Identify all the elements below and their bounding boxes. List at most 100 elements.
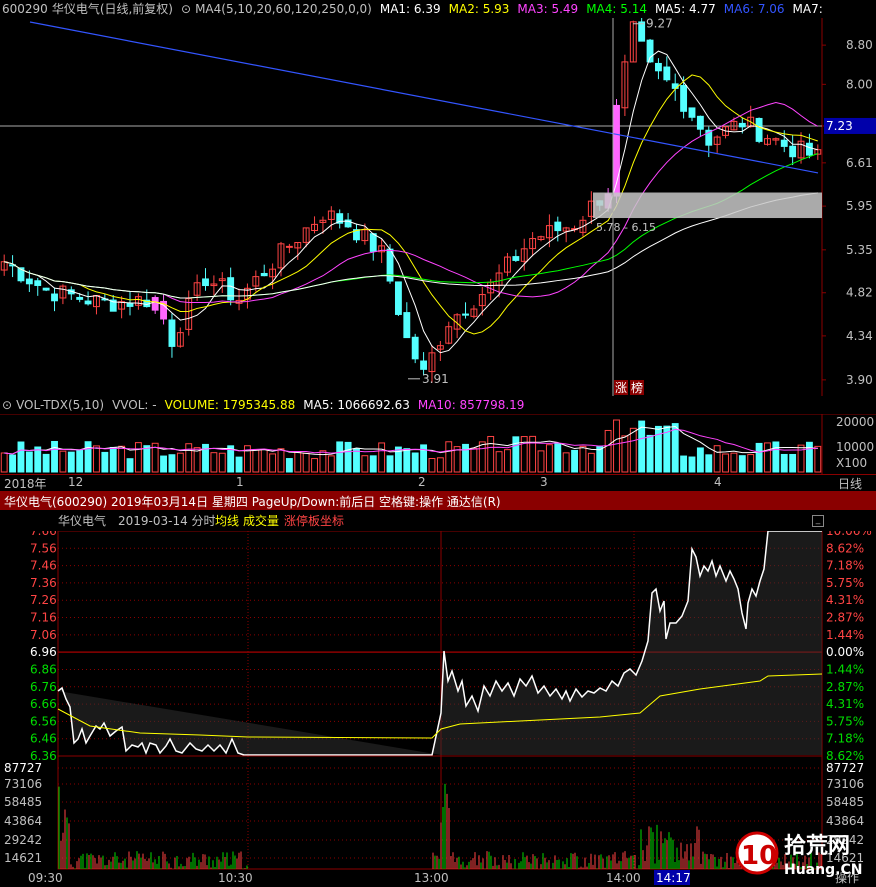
volume-bar xyxy=(613,419,620,473)
volume-bar xyxy=(168,454,176,473)
volume-bar xyxy=(353,448,360,473)
pct-tick: 1.44% xyxy=(826,628,864,642)
volume-bar xyxy=(512,436,520,473)
kline-y-label: 8.00 xyxy=(846,77,873,91)
vol-tick-right: 58485 xyxy=(826,795,864,809)
volume-chart[interactable]: 20000 10000 X100 xyxy=(0,414,876,474)
price-tick: 6.46 xyxy=(30,732,57,746)
timeline-label-dec: 12 xyxy=(68,475,84,489)
candle-body xyxy=(25,278,33,285)
volume-bar xyxy=(780,453,788,473)
price-tick: 7.16 xyxy=(30,611,57,625)
vol-tick-left: 14621 xyxy=(4,851,42,865)
minimize-button[interactable]: _ xyxy=(812,515,824,527)
kline-y-label: 3.90 xyxy=(846,373,873,387)
kline-y-label: 6.61 xyxy=(846,156,873,170)
vol-tick-left: 43864 xyxy=(4,814,42,828)
ma5-value: MA5: 4.77 xyxy=(654,2,716,16)
volume-bar xyxy=(210,452,218,473)
volume-bar xyxy=(571,449,578,473)
pct-tick: 1.44% xyxy=(826,662,864,676)
legend-avg-line: 均线 xyxy=(215,514,240,528)
volume-bar xyxy=(93,445,100,473)
volume-bar xyxy=(487,435,495,473)
candle-body xyxy=(51,293,58,302)
volume-bar xyxy=(176,452,184,473)
legend-limit-scale[interactable]: 涨停板坐标 xyxy=(284,511,344,531)
price-area xyxy=(58,531,822,755)
volume-bar xyxy=(403,448,411,473)
ma1-value: MA1: 6.39 xyxy=(379,2,441,16)
pct-tick: 0.00% xyxy=(826,645,864,659)
candle-body xyxy=(680,85,688,112)
vol-tick-left: 29242 xyxy=(4,833,42,847)
pct-tick: 4.31% xyxy=(826,593,864,607)
vol-tick-right: 87727 xyxy=(826,761,864,775)
time-label-1300: 13:00 xyxy=(414,871,449,885)
candle-body xyxy=(805,142,813,156)
rank-tag: 榜 xyxy=(631,380,643,395)
volume-bar xyxy=(386,455,394,473)
period-label[interactable]: 日线 xyxy=(838,475,862,492)
pct-tick: 2.87% xyxy=(826,611,864,625)
ma2-value: MA2: 5.93 xyxy=(448,2,510,16)
vol-settings-icon[interactable]: ⊙ xyxy=(2,398,12,412)
volume-bar xyxy=(696,447,704,473)
candle-body xyxy=(512,256,520,261)
volume-bar xyxy=(554,443,562,473)
volume-bar xyxy=(185,443,193,473)
ma-settings[interactable]: MA4(5,10,20,60,120,250,0,0) xyxy=(195,2,372,16)
volume-bar xyxy=(84,441,92,473)
volume-bar xyxy=(470,447,478,473)
candle-body xyxy=(655,62,662,72)
high-label: 9.27 xyxy=(646,18,673,31)
ma4-value: MA4: 5.14 xyxy=(586,2,647,16)
volume-bar xyxy=(302,452,310,473)
watermark-number: 10 xyxy=(741,841,777,871)
vol-ma10-line xyxy=(4,428,818,455)
kline-chart[interactable]: 8.80 8.00 7.23 6.61 5.95 5.35 4.82 4.34 3.90 5.78… xyxy=(0,18,876,396)
candle-body xyxy=(42,287,50,291)
candle-body xyxy=(394,281,402,315)
pct-tick: 7.18% xyxy=(826,559,864,573)
volume-bar xyxy=(411,452,419,473)
stock-code: 600290 xyxy=(2,2,48,16)
volume-bar xyxy=(797,444,805,473)
candle-body xyxy=(696,115,704,130)
candle-body xyxy=(227,277,235,301)
kline-y-label: 5.95 xyxy=(846,199,873,213)
intraday-title: 华仪电气(600290) 2019年03月14日 星期四 PageUp/Down… xyxy=(4,495,501,509)
volume-bar xyxy=(285,458,293,473)
vvol-value: VVOL: - xyxy=(112,398,157,412)
legend-volume: 成交量 xyxy=(243,514,280,528)
stock-name: 华仪电气(日线,前复权) xyxy=(51,2,173,16)
ma3-value: MA3: 5.49 xyxy=(517,2,579,16)
time-label-1400: 14:00 xyxy=(606,871,641,885)
vol-ma5-line xyxy=(4,426,818,456)
intraday-subheader: 华仪电气 2019-03-14 分时 均线 成交量 涨停板坐标 _ xyxy=(0,511,876,531)
kline-y-label: 7.23 xyxy=(826,119,853,133)
settings-icon[interactable]: ⊙ xyxy=(181,2,191,16)
volume-bar xyxy=(369,455,377,473)
timeline-label-jan: 1 xyxy=(236,475,244,489)
vol-tick-right: 43864 xyxy=(826,814,864,828)
timeline-label-feb: 2 xyxy=(418,475,426,489)
volume-bar xyxy=(76,449,84,473)
zone-label: 5.78 - 6.15 xyxy=(596,221,656,234)
candle-body xyxy=(285,245,293,248)
candle-body xyxy=(151,297,159,311)
kline-y-label: 8.80 xyxy=(846,38,873,52)
vol-title[interactable]: VOL-TDX(5,10) xyxy=(16,398,104,412)
volume-bar xyxy=(579,445,587,473)
volume-bar xyxy=(160,455,167,473)
pct-tick: 8.62% xyxy=(826,541,864,555)
intraday-chart[interactable]: 7.66 10.06% 7.56 8.62% 7.46 7.18% 7.36 5.75% 7.2… xyxy=(0,531,876,887)
price-tick: 7.26 xyxy=(30,593,57,607)
time-label-1030: 10:30 xyxy=(218,871,253,885)
volume-bar xyxy=(67,451,75,473)
kline-y-label: 4.34 xyxy=(846,329,873,343)
watermark-url: Huang.CN xyxy=(784,862,862,878)
pct-tick: 5.75% xyxy=(826,714,864,728)
kline-header: 600290 华仪电气(日线,前复权) ⊙ MA4(5,10,20,60,120,25… xyxy=(2,0,831,18)
volume-bar xyxy=(277,448,285,473)
